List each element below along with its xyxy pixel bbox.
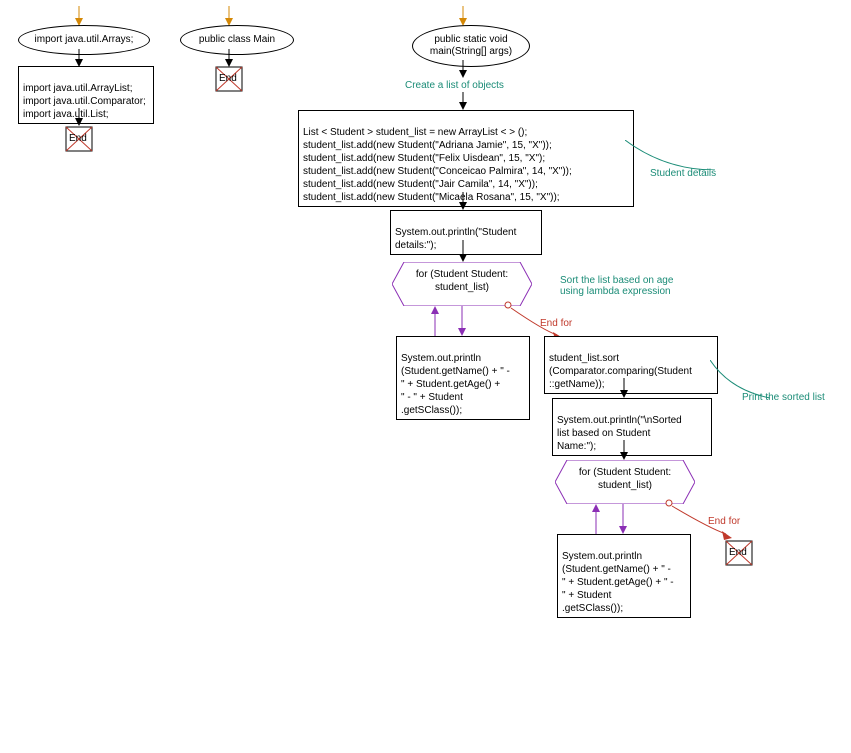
arrow-icon [73,6,85,26]
arrow-icon [223,6,235,26]
annot-create-list: Create a list of objects [405,80,504,91]
arrow-icon [456,306,468,336]
arrow-icon [73,49,85,67]
ellipse-label: public static void main(String[] args) [430,34,512,58]
box-text: System.out.println (Student.getName() + … [401,353,510,416]
end-label: End [69,133,87,144]
arrow-icon [73,108,85,126]
annot-student-details: Student details [650,168,716,179]
print-sorted-label: System.out.println("\nSorted list based … [552,398,712,456]
arrow-icon [617,504,629,534]
loopback-arrow-icon [429,306,441,336]
end-node-2: End [215,66,243,92]
annot-print-sorted: Print the sorted list [742,392,825,403]
for-loop-2: for (Student Student: student_list) [555,460,695,504]
end-node-3: End [725,540,753,566]
hex-label: for (Student Student: student_list) [392,262,532,300]
loopback-arrow-icon [590,504,602,534]
end-for-label-2: End for [708,516,740,527]
main-ellipse: public static void main(String[] args) [412,25,530,67]
ellipse-label: import java.util.Arrays; [35,34,134,46]
annot-sort-lambda: Sort the list based on age using lambda … [560,275,673,297]
ellipse-label: public class Main [199,34,275,46]
arrow-icon [457,192,469,210]
box-text: List < Student > student_list = new Arra… [303,127,572,203]
arrow-icon [457,92,469,110]
import-list-box: import java.util.ArrayList; import java.… [18,66,154,124]
arrow-icon [457,6,469,26]
public-class-ellipse: public class Main [180,25,294,55]
sort-box: student_list.sort (Comparator.comparing(… [544,336,718,394]
arrow-icon [618,440,630,460]
end-label: End [729,547,747,558]
end-for-label-1: End for [540,318,572,329]
arrow-icon [457,240,469,262]
arrow-icon [457,60,469,78]
arrow-icon [223,49,235,67]
arrow-icon [618,378,630,398]
hex-label: for (Student Student: student_list) [555,460,695,498]
print-student-loop1: System.out.println (Student.getName() + … [396,336,530,420]
box-text: System.out.println("Student details:"); [395,227,516,251]
box-text: System.out.println (Student.getName() + … [562,551,674,614]
for-loop-1: for (Student Student: student_list) [392,262,532,306]
end-node-1: End [65,126,93,152]
print-student-loop2: System.out.println (Student.getName() + … [557,534,691,618]
curve-connector [625,140,715,170]
end-label: End [219,73,237,84]
